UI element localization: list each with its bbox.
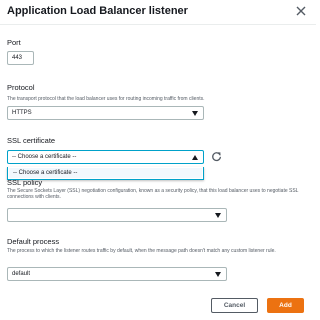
- ssl-certificate-select[interactable]: -- Choose a certificate --: [7, 150, 204, 164]
- default-process-value: default: [12, 271, 31, 277]
- ssl-certificate-value: -- Choose a certificate --: [12, 154, 77, 160]
- dialog-title: Application Load Balancer listener: [7, 5, 188, 17]
- caret-down-icon: [215, 272, 221, 277]
- ssl-policy-select[interactable]: [7, 208, 227, 222]
- caret-down-icon: [215, 213, 221, 218]
- default-process-label: Default process: [7, 237, 60, 246]
- protocol-description: The transport protocol that the load bal…: [7, 96, 205, 102]
- default-process-select[interactable]: default: [7, 267, 227, 281]
- add-button[interactable]: Add: [267, 298, 304, 313]
- port-label: Port: [7, 38, 21, 47]
- refresh-icon: [212, 152, 221, 162]
- ssl-certificate-option[interactable]: -- Choose a certificate --: [9, 168, 202, 178]
- ssl-policy-description: The Secure Sockets Layer (SSL) negotiati…: [7, 188, 299, 200]
- close-button[interactable]: [294, 3, 308, 19]
- cancel-button[interactable]: Cancel: [211, 298, 258, 313]
- ssl-certificate-dropdown: -- Choose a certificate --: [7, 167, 204, 180]
- dialog-header: Application Load Balancer listener: [0, 0, 316, 25]
- listener-dialog: Application Load Balancer listener Port …: [0, 0, 316, 320]
- protocol-value: HTTPS: [12, 110, 32, 116]
- protocol-select[interactable]: HTTPS: [7, 106, 204, 120]
- protocol-label: Protocol: [7, 83, 35, 92]
- caret-down-icon: [192, 111, 198, 116]
- caret-up-icon: [192, 155, 198, 160]
- refresh-certificates-button[interactable]: [211, 151, 222, 162]
- close-icon: [296, 6, 306, 16]
- ssl-certificate-label: SSL certificate: [7, 136, 56, 145]
- default-process-description: The process to which the listener routes…: [7, 248, 276, 254]
- port-input[interactable]: 443: [7, 51, 34, 65]
